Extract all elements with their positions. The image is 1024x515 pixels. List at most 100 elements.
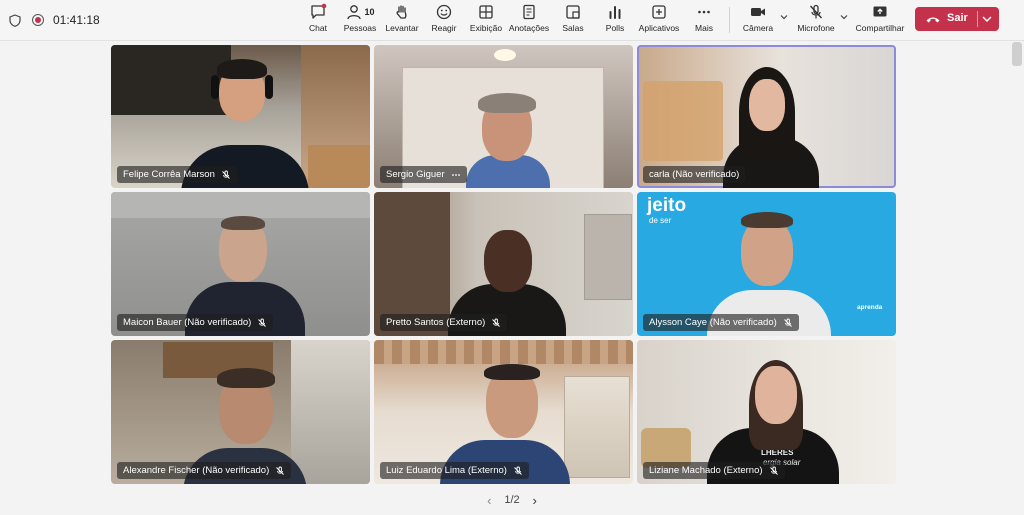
- polls-icon: [609, 6, 621, 19]
- mic-off-icon: [492, 318, 501, 327]
- participant-tile[interactable]: LHERES ergia solar Liziane Machado (Exte…: [637, 340, 896, 484]
- background-ceiling: [374, 340, 633, 364]
- ceiling-light: [494, 49, 516, 61]
- participant-tile[interactable]: Alexandre Fischer (Não verificado): [111, 340, 370, 484]
- face: [755, 366, 797, 424]
- meeting-timer: 01:41:18: [53, 13, 100, 27]
- apps-label: Aplicativos: [638, 23, 680, 33]
- scrollbar-thumb[interactable]: [1012, 42, 1022, 66]
- people-button[interactable]: 10 Pessoas: [342, 3, 378, 37]
- participant-tile[interactable]: Felipe Corrêa Marson: [111, 45, 370, 188]
- participant-name-bar: Maicon Bauer (Não verificado): [117, 314, 274, 331]
- polls-label: Polls: [605, 23, 625, 33]
- leave-options-chevron-icon[interactable]: [981, 14, 993, 24]
- chat-button[interactable]: Chat: [306, 3, 330, 37]
- add-app-icon: [652, 5, 666, 19]
- participant-name: Liziane Machado (Externo): [649, 465, 763, 476]
- previous-page-chevron-icon[interactable]: ‹: [482, 493, 496, 508]
- participant-name-bar: Liziane Machado (Externo): [643, 462, 785, 479]
- background-window: [291, 340, 370, 484]
- view-button[interactable]: Exibição: [468, 3, 504, 37]
- microphone-button[interactable]: Microfone: [796, 3, 836, 37]
- people-label: Pessoas: [343, 23, 377, 33]
- react-button[interactable]: Reagir: [428, 3, 460, 37]
- hair: [484, 364, 540, 380]
- camera-button[interactable]: Câmera: [742, 3, 774, 37]
- more-icon[interactable]: [451, 170, 461, 180]
- participant-tile[interactable]: Maicon Bauer (Não verificado): [111, 192, 370, 336]
- participant-name-bar: Alexandre Fischer (Não verificado): [117, 462, 292, 479]
- leave-label: Sair: [947, 12, 968, 24]
- leave-divider: [977, 11, 978, 27]
- face: [484, 230, 532, 292]
- mic-options-chevron-icon[interactable]: [839, 12, 849, 22]
- leave-button[interactable]: Sair: [915, 7, 999, 31]
- participant-name: Pretto Santos (Externo): [386, 317, 486, 328]
- participant-tile-active-speaker[interactable]: carla (Não verificado): [637, 45, 896, 188]
- mic-label: Microfone: [797, 23, 835, 33]
- rooms-icon: [566, 5, 580, 19]
- raise-label: Levantar: [385, 23, 419, 33]
- participant-name: Alysson Caye (Não verificado): [649, 317, 777, 328]
- page-indicator: 1/2: [504, 494, 520, 506]
- background-wall: [111, 192, 370, 218]
- mic-off-icon: [783, 318, 792, 327]
- hair: [221, 216, 265, 230]
- more-button[interactable]: Mais: [691, 3, 717, 37]
- smiley-icon: [436, 4, 452, 20]
- participant-tile[interactable]: jeito de ser aprenda Alysson Caye (Não v…: [637, 192, 896, 336]
- more-label: Mais: [695, 23, 713, 33]
- hair: [217, 368, 275, 388]
- brand-logo-text: jeito: [647, 195, 687, 216]
- participant-tile[interactable]: Pretto Santos (Externo): [374, 192, 633, 336]
- hand-icon: [396, 5, 407, 19]
- raise-hand-button[interactable]: Levantar: [384, 3, 420, 37]
- notes-button[interactable]: Anotações: [508, 3, 550, 37]
- camera-icon: [751, 8, 765, 16]
- background-painting: [584, 214, 632, 300]
- mic-off-icon: [769, 466, 778, 475]
- headphone: [265, 75, 273, 99]
- apps-button[interactable]: Aplicativos: [637, 3, 681, 37]
- camera-options-chevron-icon[interactable]: [779, 12, 789, 22]
- next-page-chevron-icon[interactable]: ›: [528, 493, 542, 508]
- participant-name: Luiz Eduardo Lima (Externo): [386, 465, 507, 476]
- hair: [478, 93, 536, 113]
- background-table: [308, 145, 370, 188]
- polls-button[interactable]: Polls: [600, 3, 630, 37]
- people-count: 10: [364, 7, 375, 17]
- chat-label: Chat: [309, 23, 327, 33]
- mic-off-icon: [809, 4, 823, 19]
- participant-tile[interactable]: Sergio Giguer: [374, 45, 633, 188]
- hang-up-icon: [926, 17, 940, 23]
- participant-name-bar: Luiz Eduardo Lima (Externo): [380, 462, 529, 479]
- headphone: [211, 75, 219, 99]
- mic-off-icon: [222, 170, 230, 179]
- notes-label: Anotações: [508, 23, 550, 33]
- rooms-button[interactable]: Salas: [558, 3, 588, 37]
- share-button[interactable]: Compartilhar: [856, 3, 904, 37]
- participant-name: carla (Não verificado): [649, 169, 740, 180]
- mic-off-icon: [514, 466, 522, 475]
- grid-icon: [479, 5, 493, 19]
- view-label: Exibição: [469, 23, 503, 33]
- background-lamp: [643, 81, 723, 161]
- participant-name: Maicon Bauer (Não verificado): [123, 317, 252, 328]
- participant-name-bar: Pretto Santos (Externo): [380, 314, 508, 331]
- shield-icon[interactable]: [9, 0, 21, 40]
- mic-off-icon: [276, 466, 285, 475]
- participant-name: Alexandre Fischer (Não verificado): [123, 465, 270, 476]
- notes-icon: [523, 4, 535, 20]
- participant-name: Sergio Giguer: [386, 169, 445, 180]
- participant-tile[interactable]: Luiz Eduardo Lima (Externo): [374, 340, 633, 484]
- share-icon: [873, 6, 887, 17]
- chat-icon: [311, 3, 327, 19]
- participant-name-bar: Sergio Giguer: [380, 166, 467, 183]
- participant-name-bar: carla (Não verificado): [643, 166, 746, 183]
- mic-off-icon: [258, 318, 267, 327]
- participant-name-bar: Alysson Caye (Não verificado): [643, 314, 799, 331]
- camera-label: Câmera: [742, 23, 774, 33]
- recording-icon: [32, 0, 44, 40]
- rooms-label: Salas: [562, 23, 584, 33]
- brand-logo-subtext: de ser: [649, 216, 672, 225]
